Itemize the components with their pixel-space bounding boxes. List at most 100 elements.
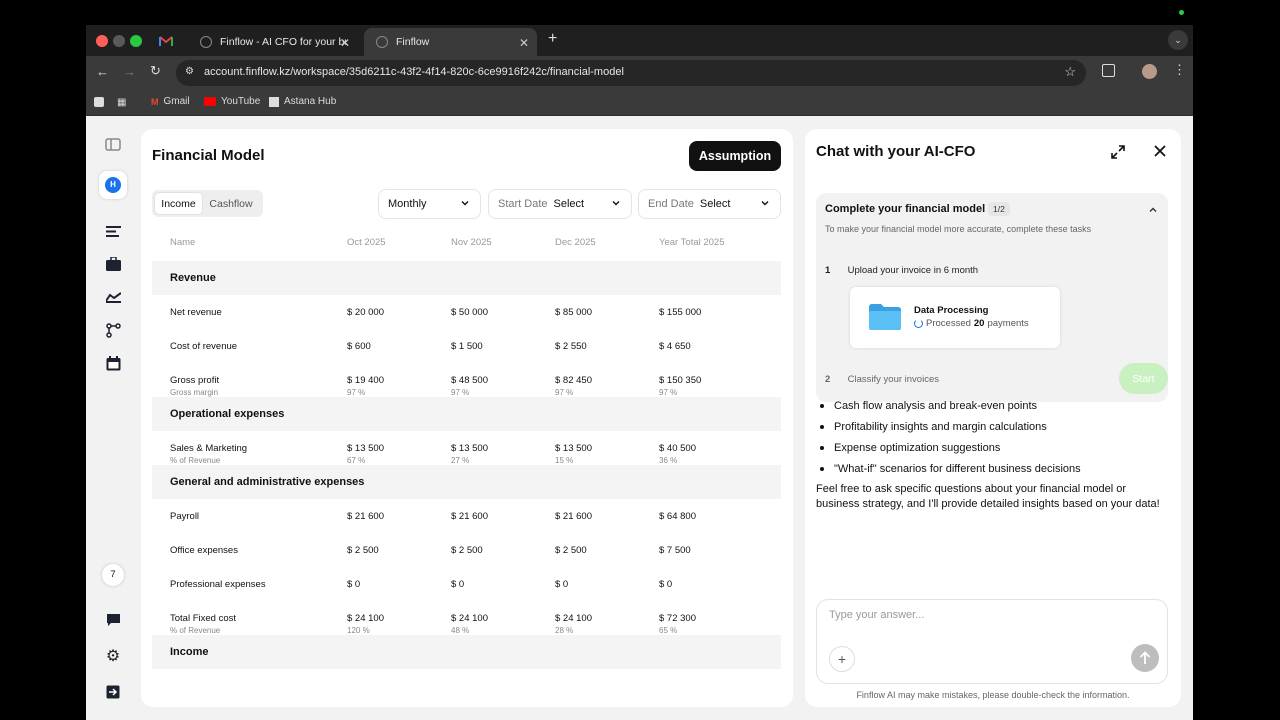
table-row[interactable]: Office expenses $ 2 500 $ 2 500 $ 2 500 $ 7 … (152, 545, 781, 579)
forward-icon[interactable]: → (123, 64, 136, 79)
maximize-window-button[interactable] (130, 35, 142, 47)
section-title: Revenue (170, 272, 216, 284)
financial-model-panel: Financial Model Assumption Income Cashfl… (141, 129, 793, 707)
table-row[interactable]: Cost of revenue $ 600 $ 1 500 $ 2 550 $ 4 65… (152, 341, 781, 375)
column-header-dec: Dec 2025 (555, 237, 596, 248)
column-header-oct: Oct 2025 (347, 237, 386, 248)
financial-model-icon[interactable] (104, 255, 122, 273)
cell-value: $ 82 450 (555, 375, 592, 386)
cell-value: $ 19 400 (347, 375, 384, 386)
list-item: Expense optimization suggestions (816, 441, 1168, 456)
sidebar-toggle-icon[interactable] (104, 135, 122, 153)
value-cell: $ 24 100 28 % (555, 613, 592, 635)
close-chat-icon[interactable] (1153, 144, 1167, 163)
column-header-name: Name (170, 237, 196, 248)
bookmark-youtube[interactable]: YouTube (204, 96, 260, 107)
apps-shortcut-icon[interactable] (94, 97, 104, 107)
row-name: Total Fixed cost (170, 613, 236, 624)
bookmark-gmail[interactable]: M Gmail (151, 96, 190, 107)
row-name-cell: Professional expenses (170, 579, 266, 590)
logout-icon[interactable] (104, 683, 122, 701)
tab-finflow[interactable]: Finflow ✕ (364, 28, 537, 56)
finflow-app: H 7 ⚙ Financial Model Assumption Income … (86, 116, 1193, 720)
cell-value: $ 2 500 (347, 545, 379, 556)
table-row[interactable]: Net revenue $ 20 000 $ 50 000 $ 85 000 $ 155… (152, 307, 781, 341)
cell-value: $ 13 500 (451, 443, 488, 454)
site-settings-icon[interactable]: ⚙ (185, 66, 194, 77)
settings-gear-icon[interactable]: ⚙ (104, 647, 122, 665)
cell-value: $ 155 000 (659, 307, 702, 318)
tab-search-chevron-icon[interactable]: ⌄ (1168, 30, 1188, 50)
table-row[interactable]: Professional expenses $ 0 $ 0 $ 0 $ 0 (152, 579, 781, 613)
dashboard-icon[interactable] (104, 222, 122, 240)
browser-menu-icon[interactable]: ⋮ (1173, 62, 1186, 78)
bookmark-astana-hub[interactable]: Astana Hub (269, 96, 336, 107)
notification-count-badge[interactable]: 7 (102, 564, 124, 586)
value-cell: $ 24 100 48 % (451, 613, 488, 635)
start-date-select[interactable]: Start Date Select (488, 189, 632, 219)
chat-title: Chat with your AI-CFO (816, 143, 976, 160)
close-tab-icon[interactable]: ✕ (340, 36, 350, 50)
finflow-favicon-icon (376, 36, 388, 48)
finflow-favicon-icon (200, 36, 212, 48)
cell-value: $ 48 500 (451, 375, 488, 386)
gmail-pinned-tab[interactable] (159, 34, 173, 46)
browser-toolbar: ← → ↻ ⚙ account.finflow.kz/workspace/35d… (86, 56, 1193, 89)
cell-value: $ 40 500 (659, 443, 696, 454)
extensions-icon[interactable] (1102, 64, 1115, 77)
start-button[interactable]: Start (1119, 363, 1168, 394)
cell-value: $ 64 800 (659, 511, 696, 522)
chat-icon[interactable] (104, 611, 122, 629)
address-bar[interactable]: ⚙ account.finflow.kz/workspace/35d6211c-… (176, 60, 1086, 86)
close-window-button[interactable] (96, 35, 108, 47)
calendar-icon[interactable] (104, 354, 122, 372)
add-attachment-button[interactable]: + (829, 646, 855, 672)
workspace-avatar[interactable]: H (99, 171, 127, 199)
new-tab-button[interactable]: + (548, 30, 557, 48)
cell-value: $ 72 300 (659, 613, 696, 624)
payments-icon[interactable] (104, 288, 122, 306)
back-icon[interactable]: ← (96, 64, 109, 79)
value-cell: $ 0 (659, 579, 672, 590)
value-cell: $ 2 500 (555, 545, 587, 556)
section-title: Operational expenses (170, 408, 285, 420)
tab-income[interactable]: Income (155, 193, 202, 214)
cell-value: $ 0 (555, 579, 569, 590)
folder-icon (868, 303, 902, 336)
loading-spinner-icon (914, 319, 923, 328)
bookmark-star-icon[interactable]: ☆ (1064, 64, 1076, 80)
apps-grid-icon[interactable]: ▦ (117, 97, 126, 108)
minimize-window-button[interactable] (113, 35, 125, 47)
processing-status: Processed 20 payments (914, 318, 1029, 329)
tab-label: Finflow - AI CFO for your bus (220, 36, 348, 48)
chat-input[interactable] (829, 609, 1129, 621)
task-step-1: 1 Upload your invoice in 6 month (825, 265, 978, 276)
row-name: Office expenses (170, 545, 238, 556)
youtube-icon (204, 97, 216, 106)
step-label: Upload your invoice in 6 month (847, 265, 979, 276)
tasks-title: Complete your financial model (825, 203, 986, 215)
step-number: 1 (825, 265, 831, 276)
tab-finflow-ai-cfo[interactable]: Finflow - AI CFO for your bus ✕ (188, 28, 358, 56)
period-select[interactable]: Monthly (378, 189, 481, 219)
workflow-icon[interactable] (104, 321, 122, 339)
page-title: Financial Model (152, 147, 265, 164)
close-tab-icon[interactable]: ✕ (519, 36, 529, 50)
profile-avatar[interactable] (1142, 64, 1157, 79)
value-cell: $ 2 500 (347, 545, 379, 556)
cell-percentage: 65 % (659, 626, 678, 635)
chevron-up-icon[interactable] (1148, 202, 1158, 220)
section-header: Revenue (152, 261, 781, 295)
cell-value: $ 13 500 (555, 443, 592, 454)
assumption-button[interactable]: Assumption (689, 141, 781, 171)
expand-icon[interactable] (1110, 144, 1126, 165)
table-row[interactable]: Payroll $ 21 600 $ 21 600 $ 21 600 $ 64 800 (152, 511, 781, 545)
end-date-select[interactable]: End Date Select (638, 189, 781, 219)
send-button[interactable] (1131, 644, 1159, 672)
reload-icon[interactable]: ↻ (150, 63, 161, 79)
url-text: account.finflow.kz/workspace/35d6211c-43… (204, 66, 624, 78)
cell-value: $ 50 000 (451, 307, 488, 318)
value-cell: $ 0 (347, 579, 360, 590)
tab-cashflow[interactable]: Cashflow (202, 193, 260, 214)
tab-strip: Finflow - AI CFO for your bus ✕ Finflow … (86, 25, 1193, 56)
